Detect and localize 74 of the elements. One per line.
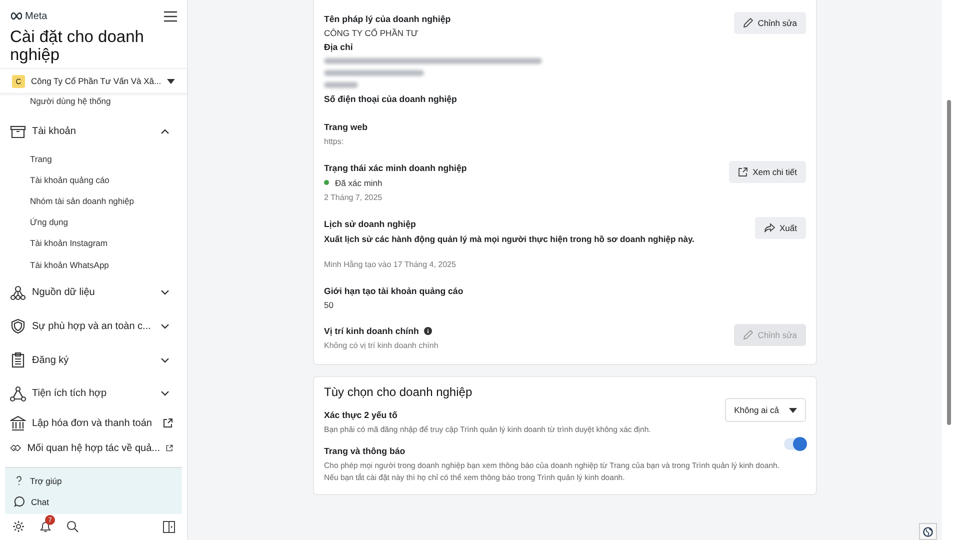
nodes-icon <box>10 284 26 301</box>
sidebar-item[interactable]: Người dùng hệ thống <box>10 94 177 111</box>
panel-toggle-icon[interactable] <box>163 520 175 532</box>
field-value: 50 <box>324 299 334 312</box>
sidebar-group[interactable]: Nguồn dữ liệu <box>10 276 177 310</box>
status-text: Đã xác minh <box>335 178 382 188</box>
field-label: Vị trí kinh doanh chính <box>324 325 419 338</box>
sidebar-link[interactable]: Mối quan hệ hợp tác về quả... <box>10 436 177 461</box>
option-label: Trang và thông báo <box>324 445 406 458</box>
sidebar-item[interactable]: Nhóm tài sản doanh nghiệp <box>10 191 177 212</box>
field-note: Không có vị trí kinh doanh chính <box>324 340 438 352</box>
bank-icon <box>10 415 26 432</box>
language-button[interactable] <box>919 523 937 540</box>
shield-icon <box>10 318 26 334</box>
chevron-down-icon <box>161 358 169 363</box>
sidebar-item[interactable]: Trang <box>10 148 177 170</box>
clipboard-icon <box>10 352 26 368</box>
question-icon <box>14 475 24 486</box>
triangle-icon <box>10 386 26 402</box>
field-value: CÔNG TY CỔ PHẦN TƯ <box>324 27 420 40</box>
action-button[interactable]: Xem chi tiết <box>728 161 806 183</box>
infinity-icon <box>10 12 23 20</box>
field-label: Số điện thoại của doanh nghiệp <box>324 93 457 106</box>
chat-icon <box>14 496 25 507</box>
action-button[interactable]: Xuất <box>754 217 806 239</box>
field-label: Lịch sử doanh nghiệp <box>324 218 416 231</box>
help-item[interactable]: Trợ giúp <box>5 470 182 491</box>
chevron-down-icon <box>161 290 169 296</box>
search-icon[interactable] <box>66 520 79 533</box>
scrollbar[interactable] <box>942 0 960 540</box>
sidebar-item[interactable]: Tài khoản WhatsApp <box>10 254 177 276</box>
page-title: Cài đặt cho doanh nghiệp <box>10 28 145 64</box>
archive-icon <box>10 124 26 140</box>
menu-icon[interactable] <box>164 10 177 22</box>
field-label: Trang web <box>324 121 368 134</box>
external-link-icon <box>166 443 173 454</box>
chevron-down-icon <box>161 391 169 396</box>
field-note: 2 Tháng 7, 2025 <box>324 192 384 204</box>
toggle-switch[interactable] <box>784 438 806 450</box>
sidebar-group[interactable]: Tiện ích tích hợp <box>10 376 177 411</box>
business-name: Công Ty Cổ Phần Tư Vấn Và Xâ... <box>31 76 162 86</box>
settings-icon[interactable] <box>12 520 25 533</box>
field-note: Minh Hằng tạo vào 17 Tháng 4, 2025 <box>324 259 457 271</box>
field-label: Trạng thái xác minh doanh nghiệp <box>324 162 467 175</box>
field-description: Xuất lịch sử các hành động quản lý mà mọi người thực hiện trong hồ sơ doanh nghiệp này. <box>324 233 694 246</box>
field-label: Giới hạn tạo tài khoản quảng cáo <box>324 285 464 298</box>
sidebar-link[interactable]: Lập hóa đơn và thanh toán <box>10 410 177 436</box>
external-link-icon <box>738 167 748 177</box>
caret-icon <box>167 78 175 84</box>
field-label: Địa chỉ <box>324 41 353 54</box>
sidebar-item[interactable]: Tài khoản Instagram <box>10 233 177 255</box>
sidebar-group[interactable]: Tài khoản <box>10 115 177 149</box>
chevron-down-icon <box>161 324 169 329</box>
sidebar-group[interactable]: Đăng ký <box>10 343 177 377</box>
help-item[interactable]: Chat <box>5 491 182 512</box>
sidebar-item[interactable]: Ứng dụng <box>10 212 177 234</box>
dropdown[interactable]: Không ai cả <box>725 398 806 422</box>
logo-text: Meta <box>25 10 48 22</box>
sidebar-item[interactable]: Tài khoản quảng cáo <box>10 170 177 192</box>
caret-icon <box>789 408 797 412</box>
external-link-icon <box>163 418 173 428</box>
share-arrow-icon <box>764 223 774 233</box>
card-title: Tùy chọn cho doanh nghiệp <box>324 385 474 399</box>
action-button[interactable]: Chỉnh sửa <box>734 12 806 34</box>
option-label: Xác thực 2 yếu tố <box>324 409 398 422</box>
notifications-icon[interactable] <box>39 520 52 533</box>
pencil-icon <box>742 18 753 28</box>
sidebar-group[interactable]: Sự phù hợp và an toàn c... <box>10 310 177 344</box>
chevron-up-icon <box>161 129 169 134</box>
pencil-icon <box>742 330 753 340</box>
field-note: https: <box>324 136 345 148</box>
info-icon[interactable] <box>424 327 432 335</box>
globe-icon <box>923 526 933 536</box>
field-label: Tên pháp lý của doanh nghiệp <box>324 13 451 26</box>
